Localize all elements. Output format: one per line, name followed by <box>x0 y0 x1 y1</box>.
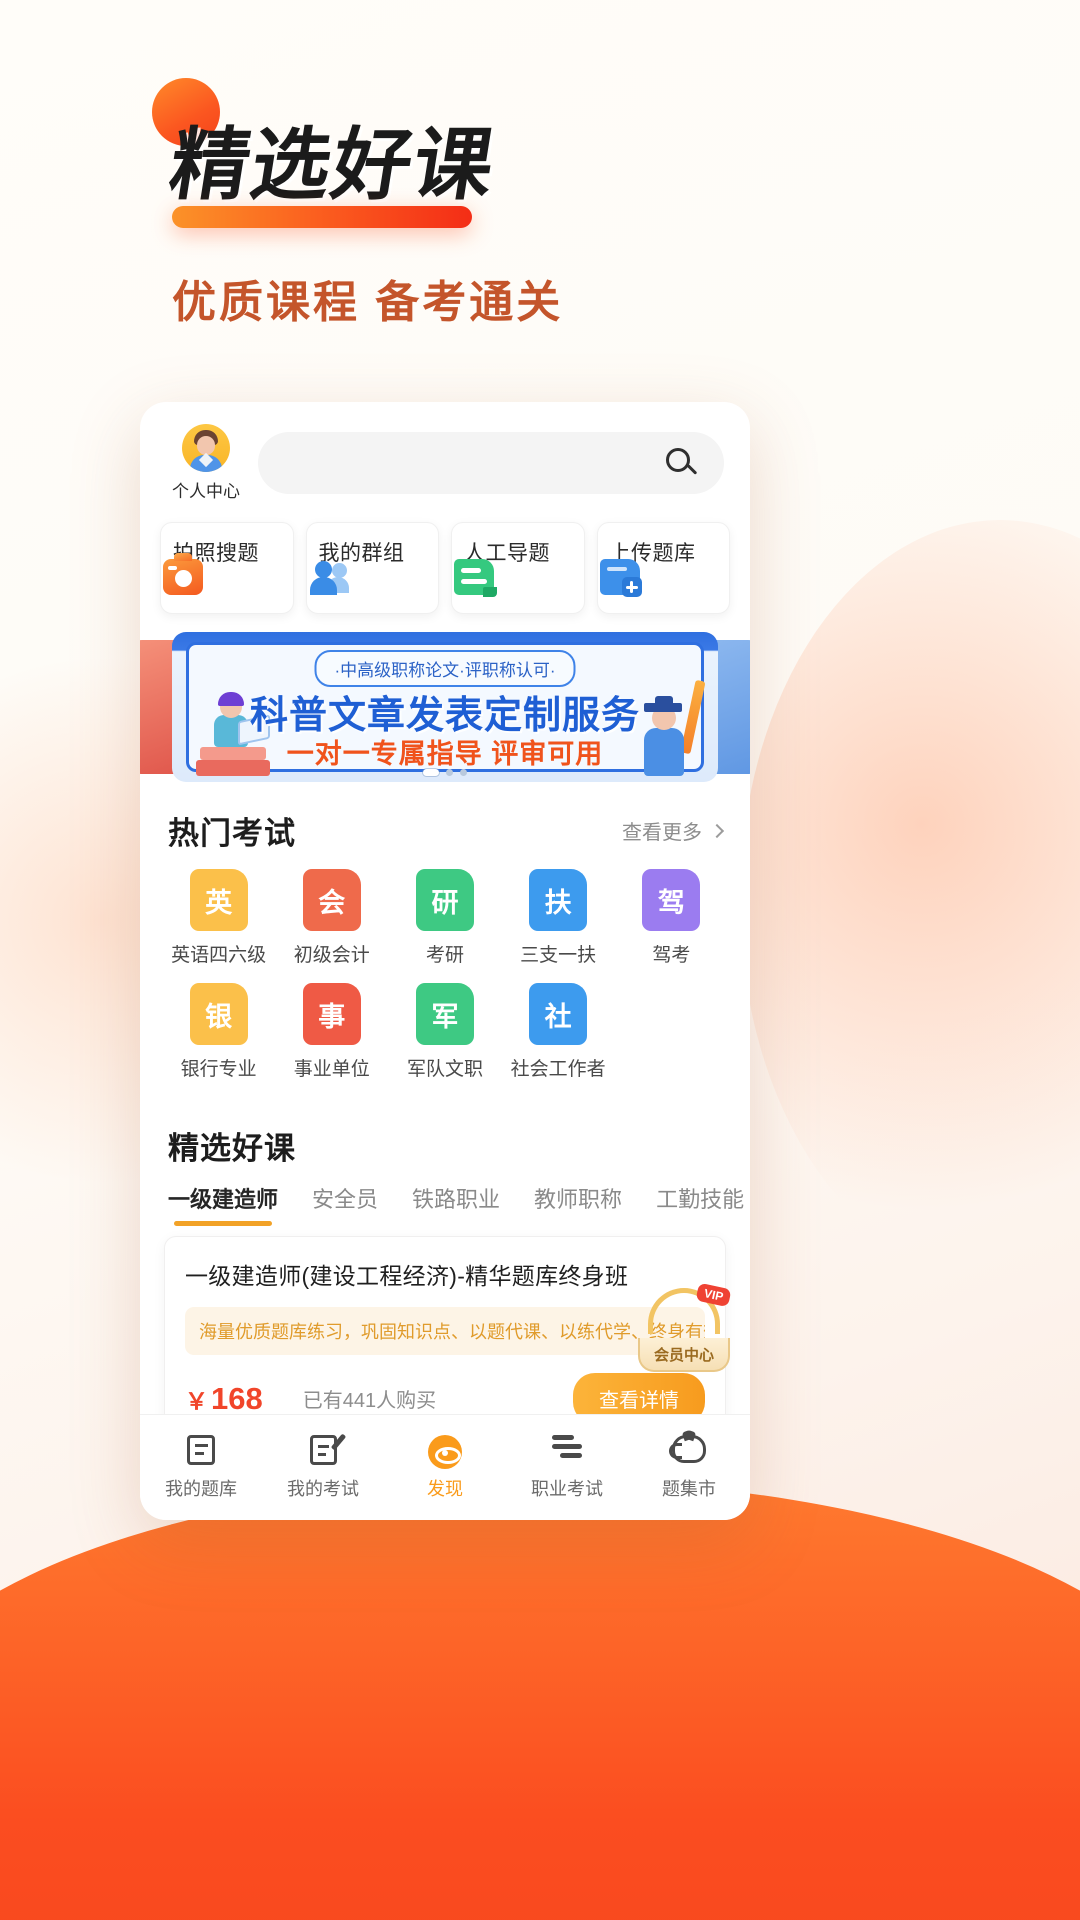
page-title: 精选好课 <box>163 120 502 209</box>
banner-headline: 科普文章发表定制服务 <box>249 695 641 737</box>
exam-item-postgrad[interactable]: 研 考研 <box>388 869 501 967</box>
exam-item-banking[interactable]: 银 银行专业 <box>162 983 275 1081</box>
currency-symbol: ￥ <box>185 1387 208 1414</box>
promo-subtitle: 优质课程 备考通关 <box>172 278 564 327</box>
tab-first-class-builder[interactable]: 一级建造师 <box>168 1182 278 1226</box>
quick-action-photo-search[interactable]: 拍照搜题 <box>160 522 294 614</box>
bottom-navigation: 我的题库 我的考试 发现 职业考试 题集市 <box>140 1414 750 1520</box>
promo-title-block: 精选好课 <box>150 78 580 228</box>
exam-item-social-worker[interactable]: 社 社会工作者 <box>502 983 615 1081</box>
exam-badge: 研 <box>415 869 480 935</box>
nav-label: 发现 <box>427 1478 463 1499</box>
exam-badge: 驾 <box>642 869 707 935</box>
career-exam-icon <box>549 1434 585 1467</box>
nav-item-question-market[interactable]: 题集市 <box>628 1429 750 1501</box>
search-input[interactable] <box>258 432 724 494</box>
featured-courses-tabs: 一级建造师 安全员 铁路职业 教师职称 工勤技能 <box>140 1168 750 1226</box>
discover-eye-icon <box>427 1434 463 1469</box>
course-title: 一级建造师(建设工程经济)-精华题库终身班 <box>185 1263 629 1289</box>
exam-badge: 英 <box>189 869 254 935</box>
hot-exams-grid: 英 英语四六级 会 初级会计 研 考研 扶 三支一扶 驾 驾考 银 银行专业 事… <box>140 853 750 1097</box>
hot-exams-title: 热门考试 <box>168 816 296 851</box>
profile-center-label: 个人中心 <box>172 482 240 501</box>
exam-item-driving[interactable]: 驾 驾考 <box>615 869 728 967</box>
piggy-market-icon <box>669 1429 707 1467</box>
tab-safety-officer[interactable]: 安全员 <box>312 1182 378 1226</box>
carousel-dot-1[interactable] <box>423 769 439 776</box>
banner-subline: 一对一专属指导 评审可用 <box>286 739 604 769</box>
exam-label: 银行专业 <box>180 1059 257 1080</box>
exam-badge: 事 <box>302 983 367 1049</box>
nav-item-my-question-bank[interactable]: 我的题库 <box>140 1434 262 1501</box>
carousel-dots[interactable] <box>423 769 467 776</box>
exam-item-english[interactable]: 英 英语四六级 <box>162 869 275 967</box>
course-buyers-count: 已有441人购买 <box>302 1390 437 1412</box>
hot-exams-more-button[interactable]: 查看更多 <box>622 816 725 845</box>
exam-label: 驾考 <box>652 945 691 966</box>
camera-icon <box>163 553 203 595</box>
exam-badge: 军 <box>415 983 480 1049</box>
quick-action-manual-import[interactable]: 人工导题 <box>451 522 585 614</box>
tab-teacher-title[interactable]: 教师职称 <box>534 1182 622 1226</box>
upload-plus-icon <box>599 559 642 597</box>
profile-center-entry[interactable]: 个人中心 <box>160 424 252 502</box>
exam-item-military-civilian[interactable]: 军 军队文职 <box>388 983 501 1081</box>
chevron-right-icon <box>709 823 725 838</box>
avatar[interactable] <box>182 424 230 472</box>
document-export-icon <box>454 559 497 597</box>
exam-item-public-institution[interactable]: 事 事业单位 <box>275 983 388 1081</box>
search-ring <box>666 448 690 472</box>
promo-header: 精选好课 优质课程 备考通关 <box>0 0 1080 330</box>
banner-carousel[interactable]: ·中高级职称论文·评职称认可· 科普文章发表定制服务 一对一专属指导 评审可用 <box>140 632 750 782</box>
featured-courses-title: 精选好课 <box>168 1131 296 1166</box>
exam-badge: 会 <box>302 869 367 935</box>
phone-mockup: 个人中心 拍照搜题 我的群组 人工导题 上传题库 ·中高级职称论文·评职称认可·… <box>140 402 750 1520</box>
quick-action-upload-bank[interactable]: 上传题库 <box>596 522 730 614</box>
search-handle <box>686 464 698 475</box>
course-price: ￥168 <box>185 1381 263 1417</box>
price-value: 168 <box>211 1380 263 1416</box>
exam-item-sanzhiyifu[interactable]: 扶 三支一扶 <box>502 869 615 967</box>
exam-label: 社会工作者 <box>510 1059 606 1080</box>
hot-exams-header: 热门考试 查看更多 <box>140 782 750 853</box>
hot-exams-more-label: 查看更多 <box>622 822 702 844</box>
featured-courses-header: 精选好课 <box>140 1097 750 1168</box>
nav-label: 职业考试 <box>531 1478 603 1499</box>
exam-paper-icon <box>305 1432 346 1467</box>
search-icon[interactable] <box>664 446 698 480</box>
exam-label: 考研 <box>425 945 464 966</box>
exam-badge: 社 <box>529 983 594 1049</box>
exam-label: 初级会计 <box>293 945 370 966</box>
nav-item-my-exams[interactable]: 我的考试 <box>262 1432 384 1501</box>
vip-center-label: 会员中心 <box>638 1338 730 1372</box>
carousel-dot-3[interactable] <box>460 769 467 776</box>
exam-label: 三支一扶 <box>520 945 597 966</box>
tab-labor-skills[interactable]: 工勤技能 <box>656 1182 744 1226</box>
nav-item-career-exam[interactable]: 职业考试 <box>506 1434 628 1501</box>
nav-label: 题集市 <box>662 1478 716 1499</box>
quick-action-my-group[interactable]: 我的群组 <box>305 522 439 614</box>
exam-item-accounting[interactable]: 会 初级会计 <box>275 869 388 967</box>
exam-label: 英语四六级 <box>171 945 267 966</box>
nav-label: 我的考试 <box>287 1478 359 1499</box>
course-description: 海量优质题库练习，巩固知识点、以题代课、以练代学、终身有效。 <box>185 1307 705 1355</box>
exam-badge: 银 <box>189 983 254 1049</box>
quick-actions: 拍照搜题 我的群组 人工导题 上传题库 <box>140 506 750 614</box>
question-bank-icon <box>183 1434 219 1467</box>
exam-label: 事业单位 <box>293 1059 370 1080</box>
banner-slide-active[interactable]: ·中高级职称论文·评职称认可· 科普文章发表定制服务 一对一专属指导 评审可用 <box>172 632 718 782</box>
nav-item-discover[interactable]: 发现 <box>384 1434 506 1501</box>
app-header: 个人中心 <box>140 402 750 506</box>
title-underline <box>172 206 472 228</box>
vip-center-badge[interactable]: VIP 会员中心 <box>636 1282 732 1372</box>
exam-label: 军队文职 <box>406 1059 483 1080</box>
exam-badge: 扶 <box>529 869 594 935</box>
nav-label: 我的题库 <box>165 1478 237 1499</box>
banner-pill: ·中高级职称论文·评职称认可· <box>314 650 576 687</box>
background-bottom-arc <box>0 1480 1080 1920</box>
carousel-dot-2[interactable] <box>446 769 453 776</box>
group-people-icon <box>309 559 349 595</box>
tab-railway-career[interactable]: 铁路职业 <box>412 1182 500 1226</box>
